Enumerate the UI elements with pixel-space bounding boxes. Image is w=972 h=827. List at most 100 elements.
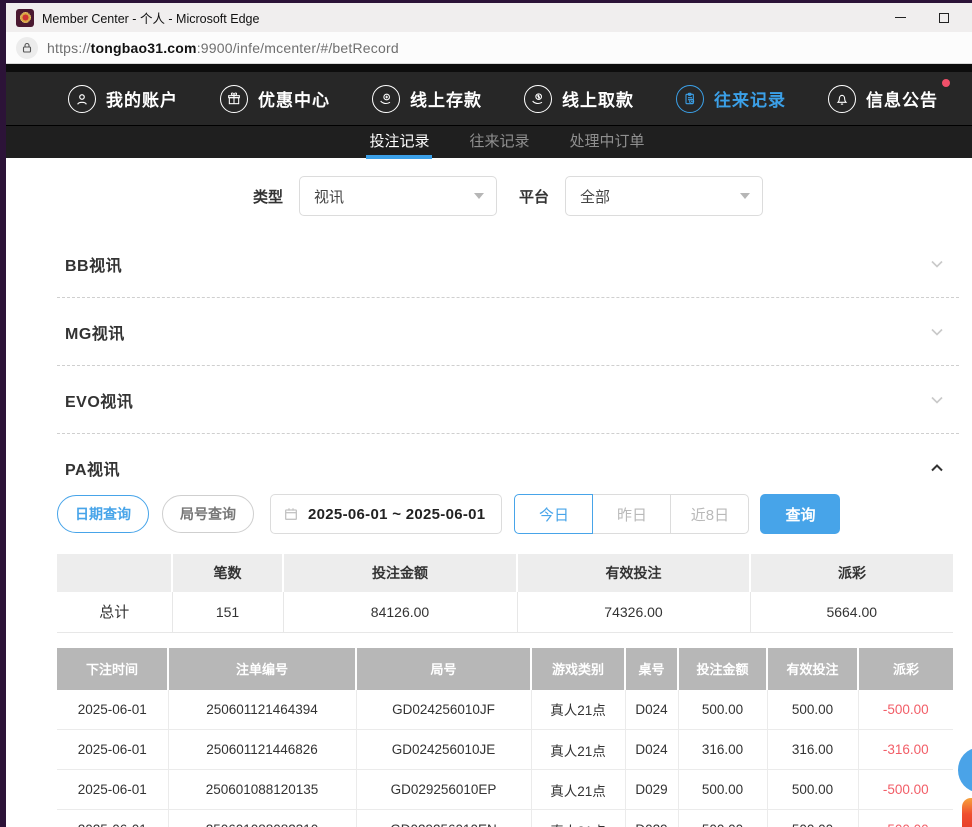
table-cell: 500.00	[767, 770, 858, 810]
lock-icon[interactable]	[16, 37, 38, 59]
column-header: 局号	[356, 648, 531, 690]
column-header: 注单编号	[168, 648, 356, 690]
type-select[interactable]: 视讯	[299, 176, 497, 216]
table-row: 2025-06-01250601088082310GD029256010EN真人…	[57, 810, 953, 827]
chevron-down-icon	[927, 322, 947, 342]
section-header-mg[interactable]: MG视讯	[57, 298, 959, 365]
maximize-button[interactable]	[922, 3, 966, 32]
detail-header-row: 下注时间 注单编号 局号 游戏类别 桌号 投注金额 有效投注 派彩	[57, 648, 953, 690]
table-cell: 2025-06-01	[57, 690, 168, 730]
nav-item-my-account[interactable]: 我的账户	[68, 85, 178, 113]
sub-navigation: 投注记录 往来记录 处理中订单	[6, 125, 972, 158]
table-cell: D029	[625, 810, 678, 827]
bell-icon	[828, 85, 856, 113]
table-cell: 250601121464394	[168, 690, 356, 730]
total-bet-amount: 84126.00	[283, 592, 517, 632]
column-header: 游戏类别	[531, 648, 625, 690]
tab-transaction-records[interactable]: 往来记录	[466, 126, 532, 159]
round-query-button[interactable]: 局号查询	[162, 495, 254, 533]
table-cell: 真人21点	[531, 770, 625, 810]
last-8-days-button[interactable]: 近8日	[670, 494, 749, 534]
platform-select[interactable]: 全部	[565, 176, 763, 216]
table-cell: 2025-06-01	[57, 770, 168, 810]
table-cell: D024	[625, 690, 678, 730]
notification-dot	[942, 79, 950, 87]
chevron-down-icon	[927, 254, 947, 274]
calendar-icon	[283, 506, 299, 522]
nav-item-promotions[interactable]: 优惠中心	[220, 85, 330, 113]
summary-table: 笔数 投注金额 有效投注 派彩 总计 151 84126.00 74326.00…	[57, 554, 953, 633]
window-title: Member Center - 个人 - Microsoft Edge	[42, 8, 259, 27]
table-cell: 500.00	[767, 810, 858, 827]
site-favicon	[16, 9, 34, 27]
table-cell: -500.00	[858, 770, 953, 810]
nav-item-deposit[interactable]: 线上存款	[372, 85, 482, 113]
tab-pending-orders[interactable]: 处理中订单	[567, 126, 648, 159]
table-cell: 250601121446826	[168, 730, 356, 770]
table-row: 2025-06-01250601121446826GD024256010JE真人…	[57, 730, 953, 770]
table-cell: -500.00	[858, 690, 953, 730]
browser-window: Member Center - 个人 - Microsoft Edge http…	[0, 0, 972, 827]
main-navigation: 我的账户 优惠中心 线上存款	[6, 72, 972, 125]
window-titlebar[interactable]: Member Center - 个人 - Microsoft Edge	[6, 3, 972, 32]
nav-item-withdraw[interactable]: 线上取款	[524, 85, 634, 113]
column-header: 桌号	[625, 648, 678, 690]
table-cell: D029	[625, 770, 678, 810]
type-filter-label: 类型	[253, 186, 283, 207]
today-button[interactable]: 今日	[514, 494, 593, 534]
table-cell: D024	[625, 730, 678, 770]
total-count: 151	[172, 592, 283, 632]
total-label: 总计	[57, 592, 172, 632]
date-query-button[interactable]: 日期查询	[57, 495, 149, 533]
table-cell: GD029256010EN	[356, 810, 531, 827]
table-cell: GD029256010EP	[356, 770, 531, 810]
table-cell: -316.00	[858, 730, 953, 770]
maximize-icon	[939, 13, 949, 23]
filter-row: 类型 视讯 平台 全部	[57, 176, 959, 216]
search-button[interactable]: 查询	[760, 494, 840, 534]
chevron-down-icon	[927, 390, 947, 410]
withdraw-icon	[524, 85, 552, 113]
section-header-bb[interactable]: BB视讯	[57, 230, 959, 297]
nav-item-announcements[interactable]: 信息公告	[828, 85, 938, 113]
table-cell: -500.00	[858, 810, 953, 827]
chevron-up-icon	[927, 458, 947, 478]
table-cell: 250601088120135	[168, 770, 356, 810]
floating-promo-button[interactable]	[962, 798, 972, 827]
address-bar[interactable]: https://tongbao31.com:9900/infe/mcenter/…	[6, 32, 972, 64]
table-cell: GD024256010JE	[356, 730, 531, 770]
yesterday-button[interactable]: 昨日	[592, 494, 671, 534]
column-header: 笔数	[172, 554, 283, 592]
nav-item-transaction-records[interactable]: 往来记录	[676, 85, 786, 113]
chevron-down-icon	[474, 193, 484, 199]
page-top-strip	[6, 64, 972, 72]
table-cell: 真人21点	[531, 730, 625, 770]
quick-date-group: 今日 昨日 近8日	[514, 494, 749, 534]
section-header-evo[interactable]: EVO视讯	[57, 366, 959, 433]
column-header: 下注时间	[57, 648, 168, 690]
detail-table-body: 2025-06-01250601121464394GD024256010JF真人…	[57, 690, 953, 827]
table-cell: 2025-06-01	[57, 810, 168, 827]
table-cell: GD024256010JF	[356, 690, 531, 730]
column-header: 有效投注	[517, 554, 750, 592]
summary-total-row: 总计 151 84126.00 74326.00 5664.00	[57, 592, 953, 632]
page-content: 类型 视讯 平台 全部 BB视讯 MG视讯	[6, 158, 972, 827]
table-cell: 250601088082310	[168, 810, 356, 827]
total-valid-bet: 74326.00	[517, 592, 750, 632]
table-cell: 500.00	[678, 770, 767, 810]
column-header: 派彩	[750, 554, 953, 592]
table-cell: 500.00	[767, 690, 858, 730]
url-text: https://tongbao31.com:9900/infe/mcenter/…	[47, 40, 399, 56]
platform-filter-label: 平台	[519, 186, 549, 207]
table-cell: 真人21点	[531, 810, 625, 827]
section-evo-video: EVO视讯	[57, 366, 959, 434]
bet-detail-table: 下注时间 注单编号 局号 游戏类别 桌号 投注金额 有效投注 派彩 2025-0…	[57, 648, 953, 827]
minimize-button[interactable]	[878, 3, 922, 32]
tab-bet-records[interactable]: 投注记录	[366, 126, 432, 159]
transaction-record-icon	[676, 85, 704, 113]
section-header-pa[interactable]: PA视讯	[57, 434, 959, 492]
user-icon	[68, 85, 96, 113]
gift-icon	[220, 85, 248, 113]
date-range-input[interactable]: 2025-06-01 ~ 2025-06-01	[270, 494, 502, 534]
minimize-icon	[895, 17, 906, 18]
